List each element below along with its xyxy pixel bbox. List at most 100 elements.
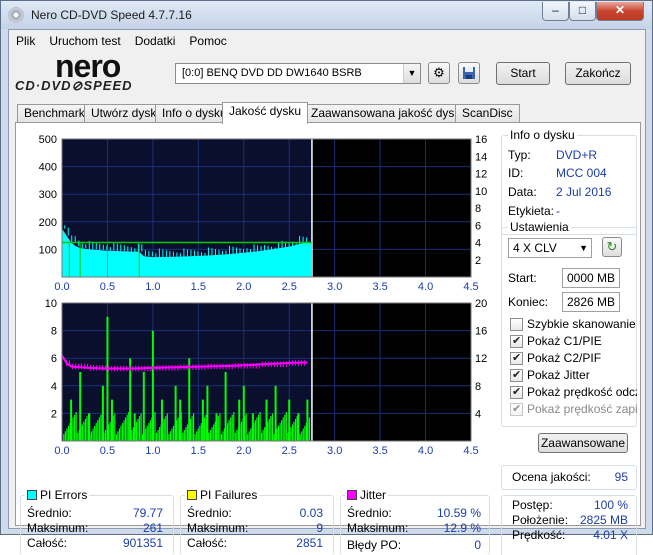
polozenie-label: Położenie:	[512, 513, 569, 527]
progress-group: Postęp: 100 % Położenie: 2825 MB Prędkoś…	[501, 495, 637, 555]
disc-info-title: Info o dysku	[508, 128, 577, 142]
type-value: DVD+R	[556, 148, 598, 162]
fast-scan-label: Szybkie skanowanie	[527, 317, 636, 331]
checkbox-c1-pie[interactable]	[510, 334, 523, 348]
id-label: ID:	[508, 166, 524, 180]
y-tick-label: 10	[45, 298, 57, 310]
start-button[interactable]: Start	[496, 62, 550, 85]
y2-tick-label: 14	[475, 151, 487, 163]
x-tick-label: 0.0	[54, 445, 69, 457]
stop-button[interactable]: Zakończ	[565, 62, 631, 85]
y2-tick-label: 12	[475, 353, 487, 365]
checkbox-jitter[interactable]	[510, 368, 523, 382]
start-label: Start:	[508, 271, 537, 285]
checkbox-write-speed	[510, 402, 523, 416]
checkbox-read-speed[interactable]	[510, 385, 523, 399]
po-errors-label: Błędy PO:	[347, 538, 402, 552]
menu-plik[interactable]: Plik	[9, 32, 42, 50]
tab-disc-quality[interactable]: Jakość dysku	[222, 102, 309, 124]
x-tick-label: 3.0	[327, 445, 342, 457]
jitter-avg-label: Średnio:	[347, 506, 392, 520]
date-value: 2 Jul 2016	[556, 185, 612, 199]
drive-select[interactable]: [0:0] BENQ DVD DD DW1640 BSRB ▼	[175, 63, 421, 84]
y2-tick-label: 10	[475, 186, 487, 198]
c2-pif-label: Pokaż C2/PIF	[527, 351, 602, 365]
jitter-swatch	[347, 490, 357, 500]
y2-tick-label: 8	[475, 203, 481, 215]
charts-area: 0.0 0.5 1.0 1.5 2.0 2.5 3.0 3.5 4.0 4.5 100 200 300 4…	[39, 134, 488, 457]
x-tick-label: 0.0	[54, 281, 69, 293]
y-tick-label: 300	[39, 189, 57, 201]
end-field[interactable]: 2826 MB	[562, 292, 620, 312]
tab-scandisc[interactable]: ScanDisc	[455, 104, 520, 123]
pi-failures-title: PI Failures	[200, 488, 258, 502]
quality-panel: 0.0 0.5 1.0 1.5 2.0 2.5 3.0 3.5 4.0 4.5 100 200 300 4…	[15, 122, 641, 555]
read-speed-label: Pokaż prędkość odczytu	[527, 385, 637, 399]
pif-avg-value: 0.03	[299, 506, 323, 520]
pif-max-value: 9	[316, 521, 323, 535]
y2-tick-label: 16	[475, 134, 487, 146]
nero-logo: nero CD·DVD⊘SPEED	[15, 48, 133, 93]
predkosc-value: 4.01 X	[593, 528, 628, 542]
close-button[interactable]: ✕	[596, 2, 644, 21]
pif-total-label: Całość:	[187, 536, 228, 550]
label-label: Etykieta:	[508, 204, 555, 218]
id-value: MCC 004	[556, 166, 607, 180]
y-tick-label: 400	[39, 162, 57, 174]
jitter-avg-value: 10.59 %	[436, 506, 481, 520]
jitter-label: Pokaż Jitter	[527, 368, 590, 382]
x-tick-label: 2.5	[282, 445, 297, 457]
jitter-max-label: Maksimum:	[347, 521, 409, 535]
window-title: Nero CD-DVD Speed 4.7.7.16	[31, 8, 192, 22]
tab-create-disc[interactable]: Utwórz dysk	[84, 104, 164, 123]
tab-advanced-quality[interactable]: Zaawansowana jakość dysku	[304, 104, 475, 123]
type-label: Typ:	[508, 148, 531, 162]
chevron-down-icon[interactable]: ▼	[403, 64, 420, 83]
pi-errors-swatch	[27, 490, 37, 500]
y2-tick-label: 6	[475, 220, 481, 232]
checkbox-c2-pif[interactable]	[510, 351, 523, 365]
x-tick-label: 1.5	[191, 445, 206, 457]
settings-group: Ustawienia 4 X CLV ▼ ↻ Start: 0000 MB Kon…	[501, 220, 637, 427]
x-tick-label: 2.0	[236, 445, 251, 457]
refresh-icon[interactable]: ↻	[602, 237, 622, 257]
po-errors-value: 0	[474, 538, 481, 552]
pi-errors-group: PI Errors Średnio: 79.77 Maksimum: 261 Cał…	[20, 488, 174, 555]
x-tick-label: 3.5	[372, 445, 387, 457]
start-field[interactable]: 0000 MB	[562, 268, 620, 288]
x-tick-label: 4.5	[463, 445, 478, 457]
jitter-group: Jitter Średnio: 10.59 % Maksimum: 12.9 % B…	[340, 488, 490, 555]
pie-total-label: Całość:	[27, 536, 68, 550]
pi-failures-group: PI Failures Średnio: 0.03 Maksimum: 9 Cało…	[180, 488, 334, 555]
app-window: Nero CD-DVD Speed 4.7.7.16 – □ ✕ Plik Uru…	[0, 0, 653, 555]
chevron-down-icon: ▼	[579, 243, 588, 253]
save-icon[interactable]	[458, 62, 480, 84]
jitter-title: Jitter	[360, 488, 387, 502]
y2-tick-label: 4	[475, 408, 481, 420]
write-speed-label: Pokaż prędkość zapisu	[527, 402, 637, 416]
predkosc-label: Prędkość:	[512, 528, 566, 542]
title-bar[interactable]: Nero CD-DVD Speed 4.7.7.16 – □ ✕	[1, 1, 652, 29]
checkbox-fast-scan[interactable]	[510, 318, 523, 331]
menu-pomoc[interactable]: Pomoc	[182, 32, 233, 50]
quality-label: Ocena jakości:	[512, 470, 591, 484]
c1-pie-label: Pokaż C1/PIE	[527, 334, 602, 348]
postep-label: Postęp:	[512, 498, 553, 512]
y2-tick-label: 16	[475, 326, 487, 338]
x-tick-label: 2.5	[282, 281, 297, 293]
x-tick-label: 4.5	[463, 281, 478, 293]
date-label: Data:	[508, 185, 537, 199]
menu-dodatki[interactable]: Dodatki	[128, 32, 183, 50]
pif-avg-label: Średnio:	[187, 506, 232, 520]
y-tick-label: 6	[51, 353, 57, 365]
tab-benchmark[interactable]: Benchmark	[17, 104, 92, 123]
minimize-button[interactable]: –	[542, 2, 569, 21]
disc-info-icon[interactable]: ⚙	[428, 62, 450, 84]
end-label: Koniec:	[508, 295, 549, 309]
pif-total-value: 2851	[296, 536, 323, 550]
maximize-button[interactable]: □	[569, 2, 596, 21]
x-tick-label: 3.5	[372, 281, 387, 293]
advanced-button[interactable]: Zaawansowane	[538, 433, 628, 453]
speed-select[interactable]: 4 X CLV ▼	[508, 238, 592, 258]
settings-title: Ustawienia	[508, 220, 571, 234]
